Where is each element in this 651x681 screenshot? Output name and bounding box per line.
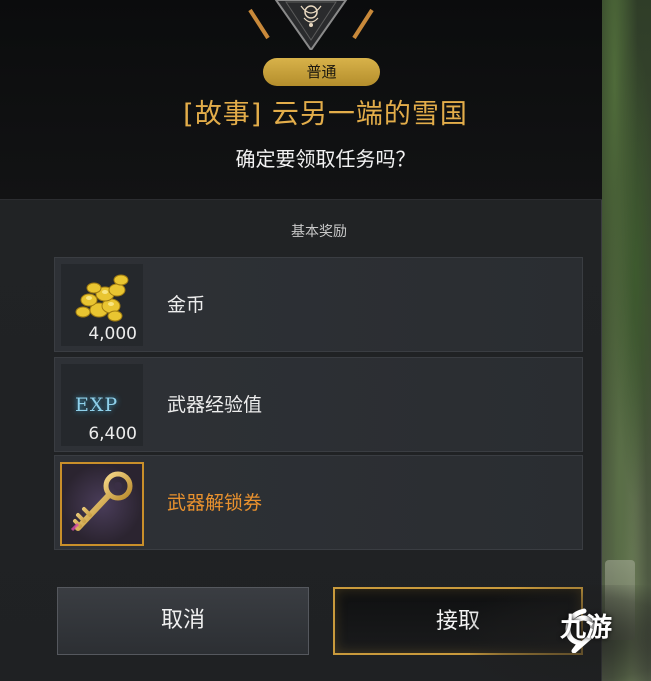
reward-row-weapon-exp[interactable]: EXP 6,400 武器经验值 [54,357,583,452]
confirm-question: 确定要领取任务吗？ [235,147,416,171]
golden-key-icon [70,471,133,532]
quest-title: [故事] 云另一端的雪国 [183,99,468,130]
reward-row-gold[interactable]: 4,000 金币 [54,257,583,352]
quest-type-badge: 普通 [263,58,380,86]
reward-row-weapon-unlock-ticket[interactable]: 武器解锁券 [54,455,583,550]
reward-slot: EXP 6,400 [61,364,143,446]
reward-name: 武器解锁券 [167,492,263,514]
reward-slot: 4,000 [61,264,143,346]
rewards-heading: 基本奖励 [291,224,347,240]
ornament-emblem-icon [248,0,374,50]
reward-name: 武器经验值 [167,394,263,416]
reward-quantity: 6,400 [88,424,137,444]
reward-name: 金币 [167,294,206,316]
watermark-text: 九游 [560,613,613,643]
quest-accept-dialog: 普通 [故事] 云另一端的雪国 确定要领取任务吗？ 基本奖励 4,000 金币 … [0,0,602,681]
reward-quantity: 4,000 [88,324,137,344]
dialog-header: 普通 [故事] 云另一端的雪国 确定要领取任务吗？ [0,0,602,200]
exp-icon: EXP [75,394,119,416]
cancel-button[interactable]: 取消 [57,587,309,655]
reward-slot [60,462,144,546]
